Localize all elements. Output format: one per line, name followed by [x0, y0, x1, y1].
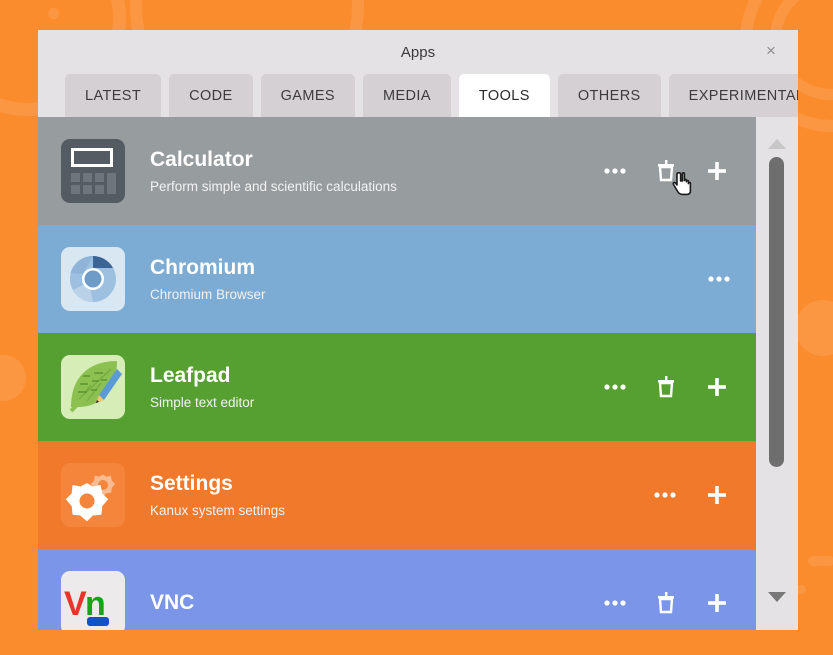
trash-icon[interactable]	[649, 586, 683, 620]
tab-bar: LATEST CODE GAMES MEDIA TOOLS OTHERS EXPERIMEN…	[38, 74, 798, 117]
chevron-up-icon[interactable]	[756, 127, 798, 161]
vnc-icon: Vn	[61, 571, 125, 630]
trash-icon[interactable]	[649, 370, 683, 404]
app-text: VNC	[150, 591, 598, 615]
app-row[interactable]: Leafpad Simple text editor	[38, 333, 756, 441]
app-description: Perform simple and scientific calculatio…	[150, 178, 397, 194]
apps-dialog: Apps × LATEST CODE GAMES MEDIA TOOLS OTHERS EX…	[38, 30, 798, 630]
app-actions	[598, 586, 756, 620]
app-name: Settings	[150, 472, 233, 496]
app-row[interactable]: Calculator Perform simple and scientific …	[38, 117, 756, 225]
app-actions	[598, 370, 756, 404]
plus-icon[interactable]	[700, 370, 734, 404]
decoration-dot	[0, 355, 26, 401]
svg-text:V: V	[64, 585, 87, 623]
tab-others[interactable]: OTHERS	[557, 74, 661, 117]
plus-icon[interactable]	[700, 586, 734, 620]
app-row[interactable]: Settings Kanux system settings	[38, 441, 756, 549]
chevron-down-icon[interactable]	[756, 580, 798, 614]
tab-latest[interactable]: LATEST	[65, 74, 162, 117]
app-name: VNC	[150, 590, 195, 614]
more-icon[interactable]	[598, 154, 632, 188]
decoration-dot	[795, 300, 833, 356]
app-row[interactable]: Chromium Chromium Browser	[38, 225, 756, 333]
app-description: Chromium Browser	[150, 286, 266, 302]
app-name: Calculator	[150, 148, 253, 172]
app-row[interactable]: Vn VNC	[38, 549, 756, 630]
app-name: Chromium	[150, 256, 255, 280]
page-title: Apps	[400, 44, 436, 61]
decoration-dot	[48, 8, 59, 19]
more-icon[interactable]	[598, 370, 632, 404]
leafpad-icon	[61, 355, 125, 419]
tab-experimental[interactable]: EXPERIMENTAL	[668, 74, 798, 117]
more-icon[interactable]	[648, 478, 682, 512]
more-icon[interactable]	[598, 586, 632, 620]
app-text: Calculator Perform simple and scientific …	[150, 148, 598, 193]
tab-games[interactable]: GAMES	[260, 74, 355, 117]
app-actions	[702, 262, 756, 296]
tab-tools[interactable]: TOOLS	[458, 74, 550, 117]
dialog-body: Calculator Perform simple and scientific …	[38, 117, 798, 630]
app-name: Leafpad	[150, 364, 231, 388]
app-actions	[648, 478, 756, 512]
calculator-icon	[61, 139, 125, 203]
tab-code[interactable]: CODE	[169, 74, 253, 117]
scrollbar[interactable]	[756, 117, 798, 630]
more-icon[interactable]	[702, 262, 736, 296]
app-description: Kanux system settings	[150, 502, 286, 518]
trash-icon[interactable]	[649, 154, 683, 188]
app-text: Settings Kanux system settings	[150, 472, 648, 517]
close-icon[interactable]: ×	[760, 40, 782, 62]
plus-icon[interactable]	[700, 154, 734, 188]
tab-media[interactable]: MEDIA	[363, 74, 451, 117]
decoration-dash	[808, 556, 833, 566]
app-text: Leafpad Simple text editor	[150, 364, 598, 409]
app-description: Simple text editor	[150, 394, 255, 410]
chromium-icon	[61, 247, 125, 311]
scrollbar-thumb[interactable]	[769, 157, 784, 467]
plus-icon[interactable]	[700, 478, 734, 512]
app-list: Calculator Perform simple and scientific …	[38, 117, 756, 630]
settings-icon	[61, 463, 125, 527]
app-text: Chromium Chromium Browser	[150, 256, 702, 301]
dialog-titlebar: Apps ×	[38, 30, 798, 74]
app-actions	[598, 154, 756, 188]
